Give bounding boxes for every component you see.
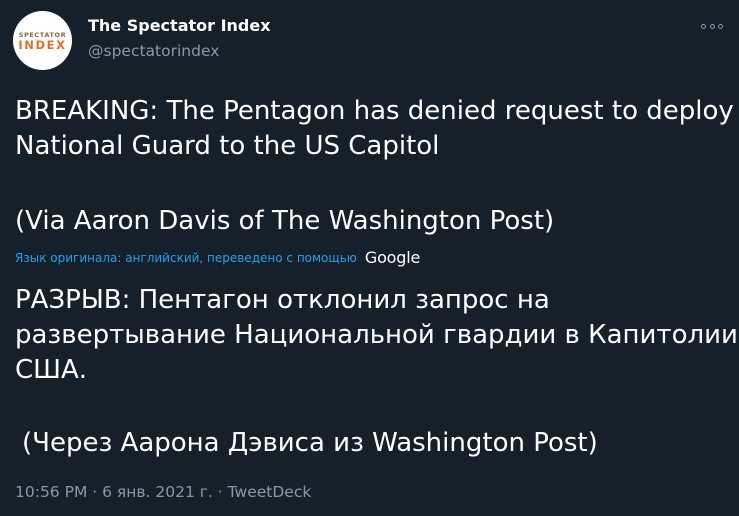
translated-text-line: (Через Аарона Дэвиса из Washington Post)	[22, 428, 598, 458]
avatar-logo-bottom: INDEX	[18, 38, 67, 52]
tweet-time[interactable]: 10:56 PM	[15, 483, 87, 501]
author-handle[interactable]: @spectatorindex	[88, 41, 219, 61]
google-logo: Google	[364, 248, 421, 267]
translated-text-line: РАЗРЫВ: Пентагон отклонил запрос на	[15, 285, 550, 315]
tweet-text-line: BREAKING: The Pentagon has denied reques…	[15, 96, 734, 126]
translated-text-line: США.	[15, 355, 88, 385]
tweet-text-line: (Via Aaron Davis of The Washington Post)	[15, 206, 555, 236]
avatar[interactable]: SPECTATOR INDEX	[13, 11, 72, 70]
more-options-icon[interactable]	[701, 17, 723, 35]
tweet-text-line: National Guard to the US Capitol	[15, 131, 440, 161]
dot-icon	[709, 23, 715, 29]
meta-separator: ·	[92, 483, 98, 501]
translation-note-text[interactable]: Язык оригинала: английский, переведено с…	[15, 250, 357, 266]
translation-note[interactable]: Язык оригинала: английский, переведено с…	[15, 249, 420, 267]
tweet-date[interactable]: 6 янв. 2021 г.	[102, 483, 213, 501]
tweet-source[interactable]: TweetDeck	[228, 483, 312, 501]
tweet: SPECTATOR INDEX The Spectator Index @spe…	[0, 0, 739, 516]
author-name[interactable]: The Spectator Index	[88, 16, 271, 36]
dot-icon	[701, 23, 706, 29]
dot-icon	[718, 23, 723, 29]
translated-text-line: развертывание Национальной гвардии в Кап…	[15, 320, 738, 350]
tweet-meta: 10:56 PM · 6 янв. 2021 г. · TweetDeck	[15, 482, 311, 502]
meta-separator: ·	[217, 483, 223, 501]
